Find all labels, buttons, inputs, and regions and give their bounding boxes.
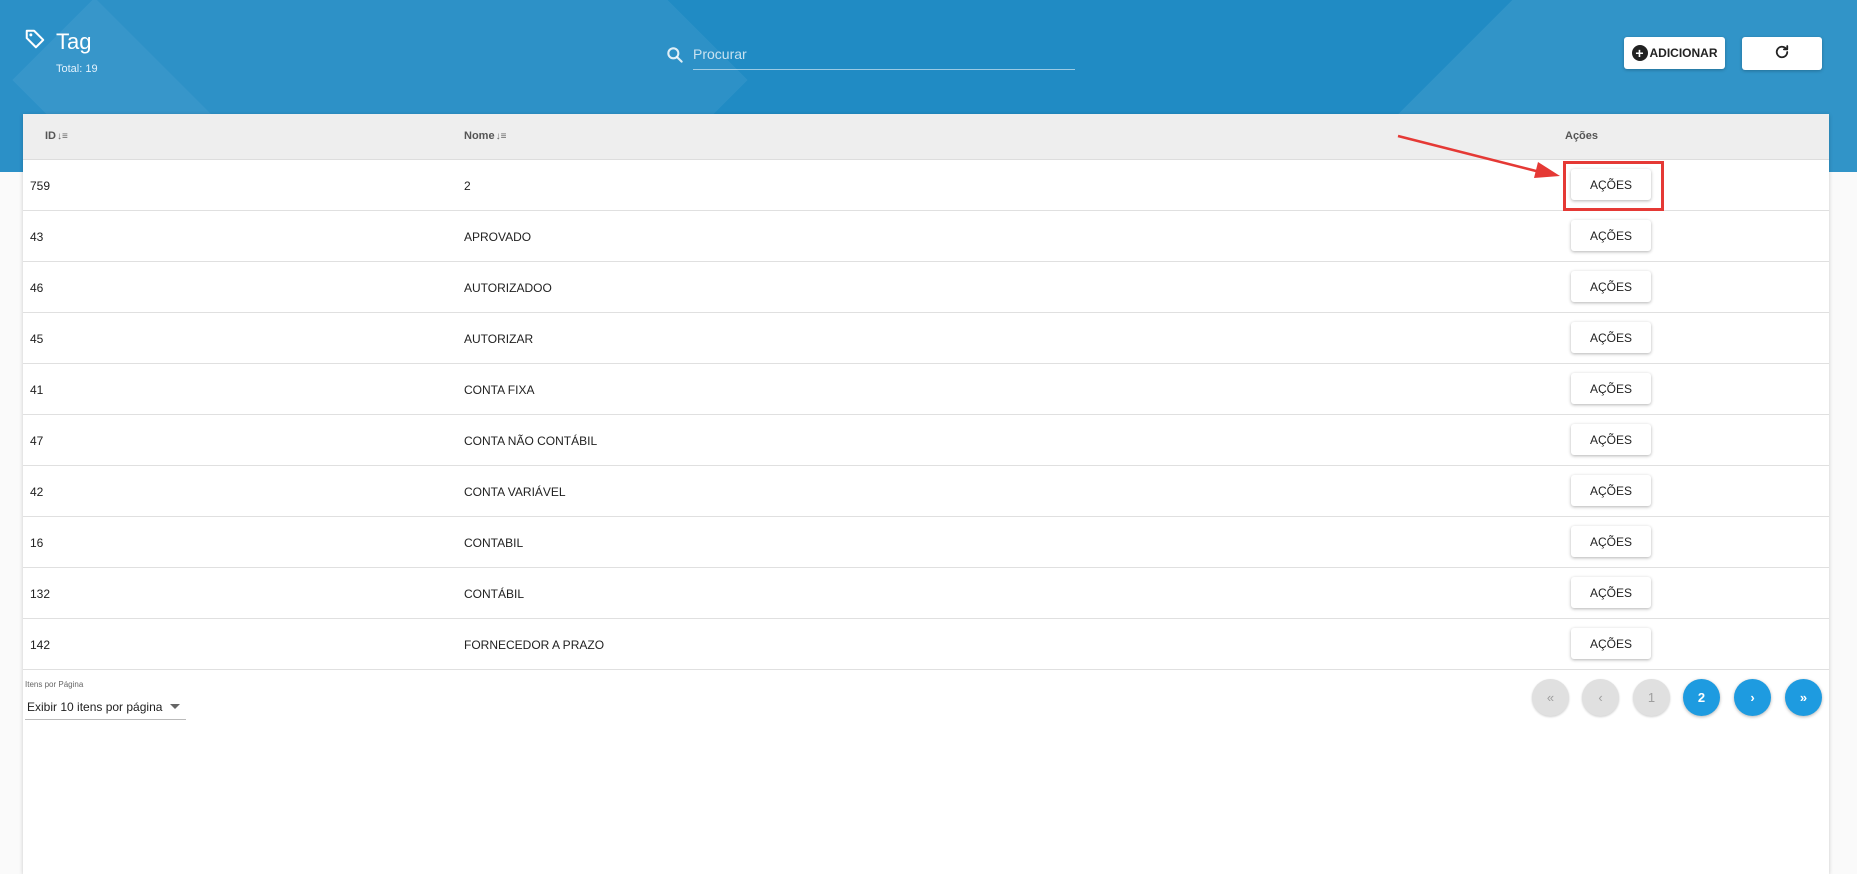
add-button-label: ADICIONAR bbox=[1649, 46, 1718, 60]
last-page-button[interactable]: » bbox=[1785, 679, 1822, 716]
cell-id: 47 bbox=[30, 434, 44, 448]
chevron-down-icon bbox=[170, 704, 180, 709]
actions-button[interactable]: AÇÕES bbox=[1571, 220, 1651, 251]
refresh-button[interactable] bbox=[1742, 37, 1822, 70]
add-icon: + bbox=[1631, 45, 1648, 61]
search-input[interactable] bbox=[693, 38, 1075, 70]
actions-button[interactable]: AÇÕES bbox=[1571, 577, 1651, 608]
cell-id: 132 bbox=[30, 587, 51, 601]
table-row: 41 CONTA FIXA AÇÕES bbox=[23, 364, 1829, 415]
table-row: 759 2 AÇÕES bbox=[23, 160, 1829, 211]
page-1-button[interactable]: 1 bbox=[1633, 679, 1670, 716]
cell-id: 42 bbox=[30, 485, 44, 499]
add-button[interactable]: + ADICIONAR bbox=[1624, 37, 1725, 69]
actions-button[interactable]: AÇÕES bbox=[1571, 271, 1651, 302]
cell-name: AUTORIZAR bbox=[464, 332, 534, 346]
table-row: 47 CONTA NÃO CONTÁBIL AÇÕES bbox=[23, 415, 1829, 466]
items-per-page-value: Exibir 10 itens por página bbox=[27, 699, 163, 714]
cell-name: CONTA FIXA bbox=[464, 383, 535, 397]
cell-name: CONTABIL bbox=[464, 536, 524, 550]
next-page-button[interactable]: › bbox=[1734, 679, 1771, 716]
items-per-page-label: Itens por Página bbox=[25, 680, 84, 689]
total-count: Total: 19 bbox=[56, 63, 98, 75]
cell-id: 46 bbox=[30, 281, 44, 295]
cell-id: 41 bbox=[30, 383, 44, 397]
search-box bbox=[665, 38, 1075, 72]
cell-id: 759 bbox=[30, 179, 51, 193]
tags-table-card: ID ↓≡ Nome ↓≡ Ações 759 2 AÇÕES 43 APROV… bbox=[23, 114, 1829, 874]
column-header-label: ID bbox=[45, 130, 56, 142]
actions-button[interactable]: AÇÕES bbox=[1571, 526, 1651, 557]
cell-id: 43 bbox=[30, 230, 44, 244]
first-page-button[interactable]: « bbox=[1532, 679, 1569, 716]
cell-name: APROVADO bbox=[464, 230, 532, 244]
table-row: 16 CONTABIL AÇÕES bbox=[23, 517, 1829, 568]
previous-page-button[interactable]: ‹ bbox=[1582, 679, 1619, 716]
cell-name: 2 bbox=[464, 179, 471, 193]
sort-icon: ↓≡ bbox=[57, 130, 68, 142]
table-row: 43 APROVADO AÇÕES bbox=[23, 211, 1829, 262]
actions-button[interactable]: AÇÕES bbox=[1571, 169, 1651, 200]
table-row: 132 CONTÁBIL AÇÕES bbox=[23, 568, 1829, 619]
column-header-label: Ações bbox=[1565, 130, 1599, 142]
cell-id: 45 bbox=[30, 332, 44, 346]
cell-id: 142 bbox=[30, 638, 51, 652]
cell-name: FORNECEDOR A PRAZO bbox=[464, 638, 605, 652]
table-row: 42 CONTA VARIÁVEL AÇÕES bbox=[23, 466, 1829, 517]
refresh-icon bbox=[1773, 43, 1791, 64]
items-per-page-select[interactable]: Exibir 10 itens por página bbox=[25, 694, 186, 720]
cell-id: 16 bbox=[30, 536, 44, 550]
column-header-id[interactable]: ID ↓≡ bbox=[45, 130, 68, 142]
cell-name: AUTORIZADOO bbox=[464, 281, 552, 295]
table-row: 46 AUTORIZADOO AÇÕES bbox=[23, 262, 1829, 313]
column-header-name[interactable]: Nome ↓≡ bbox=[464, 130, 506, 142]
tag-icon bbox=[24, 28, 46, 55]
actions-button[interactable]: AÇÕES bbox=[1571, 628, 1651, 659]
actions-button[interactable]: AÇÕES bbox=[1571, 373, 1651, 404]
table-header: ID ↓≡ Nome ↓≡ Ações bbox=[23, 114, 1829, 160]
column-header-label: Nome bbox=[464, 130, 495, 142]
sort-icon: ↓≡ bbox=[495, 130, 507, 142]
actions-button[interactable]: AÇÕES bbox=[1571, 322, 1651, 353]
page-title: Tag bbox=[56, 28, 92, 54]
actions-button[interactable]: AÇÕES bbox=[1571, 424, 1651, 455]
page-2-button[interactable]: 2 bbox=[1683, 679, 1720, 716]
cell-name: CONTA VARIÁVEL bbox=[464, 485, 566, 499]
actions-button[interactable]: AÇÕES bbox=[1571, 475, 1651, 506]
cell-name: CONTA NÃO CONTÁBIL bbox=[464, 434, 598, 448]
column-header-actions: Ações bbox=[1565, 130, 1598, 142]
cell-name: CONTÁBIL bbox=[464, 587, 525, 601]
table-row: 45 AUTORIZAR AÇÕES bbox=[23, 313, 1829, 364]
table-row: 142 FORNECEDOR A PRAZO AÇÕES bbox=[23, 619, 1829, 670]
page-title-group: Tag bbox=[24, 28, 91, 55]
